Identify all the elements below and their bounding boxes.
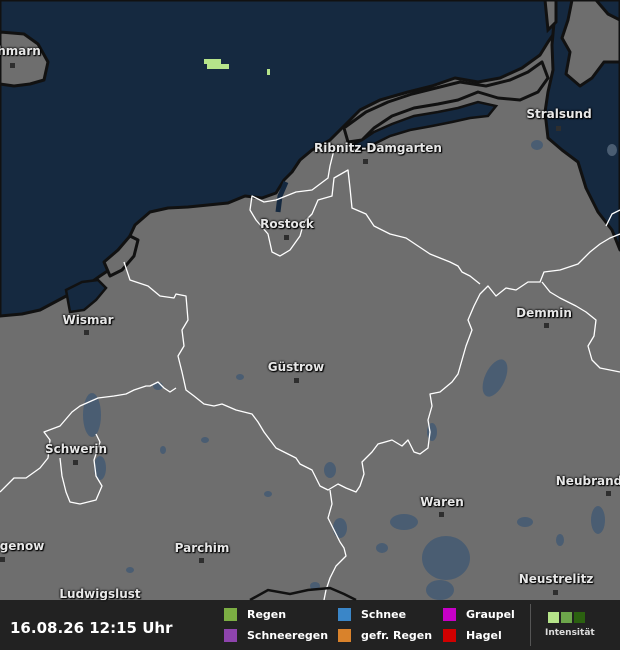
city-label-ribnitz-damgarten: Ribnitz-Damgarten bbox=[314, 141, 442, 155]
weather-map: hmarn Stralsund Ribnitz-Damgarten Rostoc… bbox=[0, 0, 620, 650]
legend-swatch bbox=[224, 608, 237, 621]
rain-cell bbox=[267, 69, 270, 75]
legend-divider bbox=[530, 604, 531, 646]
city-label-neubrandenburg: Neubrand bbox=[555, 474, 620, 488]
hiddensee-island bbox=[543, 0, 558, 34]
legend-bar: 16.08.26 12:15 Uhr Regen Schneeregen Sch… bbox=[0, 600, 620, 650]
intensity-swatch-heavy bbox=[574, 612, 585, 623]
city-label-schwerin: Schwerin bbox=[44, 442, 108, 456]
legend-label: Schnee bbox=[361, 608, 407, 621]
legend-label: Hagel bbox=[466, 629, 502, 642]
legend-swatch bbox=[224, 629, 237, 642]
city-label-wismar: Wismar bbox=[62, 313, 114, 327]
city-label-stralsund: Stralsund bbox=[526, 107, 592, 121]
legend-swatch bbox=[338, 608, 351, 621]
legend-label: Schneeregen bbox=[247, 629, 329, 642]
city-label-demmin: Demmin bbox=[516, 306, 572, 320]
rain-cell bbox=[204, 59, 221, 64]
legend-label: Graupel bbox=[466, 608, 515, 621]
legend-swatch bbox=[338, 629, 351, 642]
city-label-guestrow: Güstrow bbox=[267, 360, 325, 374]
city-label-waren: Waren bbox=[420, 495, 464, 509]
intensity-label: Intensität bbox=[545, 628, 595, 638]
legend-swatch bbox=[443, 629, 456, 642]
legend-label: Regen bbox=[247, 608, 287, 621]
intensity-swatch-medium bbox=[561, 612, 572, 623]
city-label-fehmarn: hmarn bbox=[0, 44, 41, 58]
city-label-neustrelitz: Neustrelitz bbox=[518, 572, 594, 586]
timestamp: 16.08.26 12:15 Uhr bbox=[10, 619, 173, 637]
city-label-parchim: Parchim bbox=[174, 541, 230, 555]
rain-cell bbox=[207, 64, 229, 69]
legend-swatch bbox=[443, 608, 456, 621]
city-label-ludwigslust: Ludwigslust bbox=[59, 587, 141, 601]
legend-label: gefr. Regen bbox=[361, 629, 433, 642]
city-label-rostock: Rostock bbox=[260, 217, 314, 231]
intensity-swatch-light bbox=[548, 612, 559, 623]
city-label-grevesmuehlen: genow bbox=[0, 539, 45, 553]
